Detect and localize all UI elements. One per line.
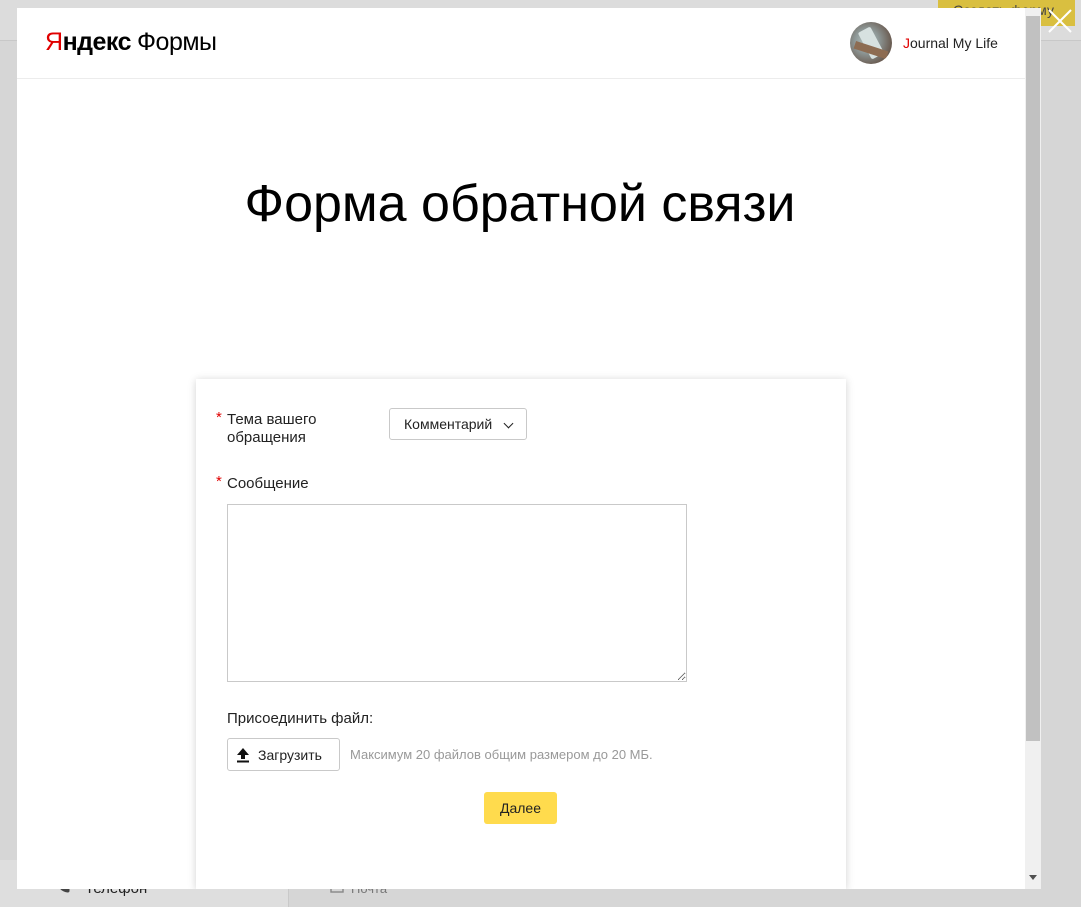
user-name[interactable]: Journal My Life [903, 35, 998, 51]
user-name-first-letter: J [903, 35, 910, 51]
required-marker: * [216, 409, 222, 426]
upload-button-label: Загрузить [258, 746, 322, 763]
attachment-label: Присоединить файл: [227, 710, 374, 727]
user-menu[interactable]: Journal My Life [850, 22, 998, 64]
message-label: Сообщение [227, 475, 309, 492]
avatar[interactable] [850, 22, 892, 64]
user-name-rest: ournal My Life [910, 35, 998, 51]
topic-select[interactable]: Комментарий [389, 408, 527, 440]
scroll-down-arrow-icon[interactable] [1029, 875, 1037, 880]
form-modal: Яндекс Формы Journal My Life Форма обратн… [17, 8, 1041, 889]
upload-button[interactable]: Загрузить [227, 738, 340, 771]
logo-brand-rest: ндекс [62, 28, 132, 56]
scrollbar-thumb[interactable] [1026, 16, 1040, 741]
topic-label: Тема вашего обращения [227, 411, 317, 446]
next-button[interactable]: Далее [484, 792, 557, 824]
scrollbar[interactable] [1025, 8, 1041, 889]
close-icon[interactable] [1043, 4, 1077, 38]
required-marker: * [216, 473, 222, 490]
form-card: * Тема вашего обращения Комментарий * Со… [196, 379, 846, 889]
logo-product: Формы [137, 28, 217, 56]
modal-header: Яндекс Формы Journal My Life [17, 8, 1025, 79]
upload-icon [235, 747, 251, 763]
upload-hint: Максимум 20 файлов общим размером до 20 … [350, 747, 653, 762]
message-textarea[interactable] [227, 504, 687, 682]
logo-brand-first-letter: Я [45, 28, 63, 56]
chevron-down-icon [503, 418, 514, 429]
page-title: Форма обратной связи [244, 175, 796, 233]
topic-select-value: Комментарий [404, 416, 493, 432]
yandex-forms-logo[interactable]: Яндекс Формы [45, 27, 217, 57]
